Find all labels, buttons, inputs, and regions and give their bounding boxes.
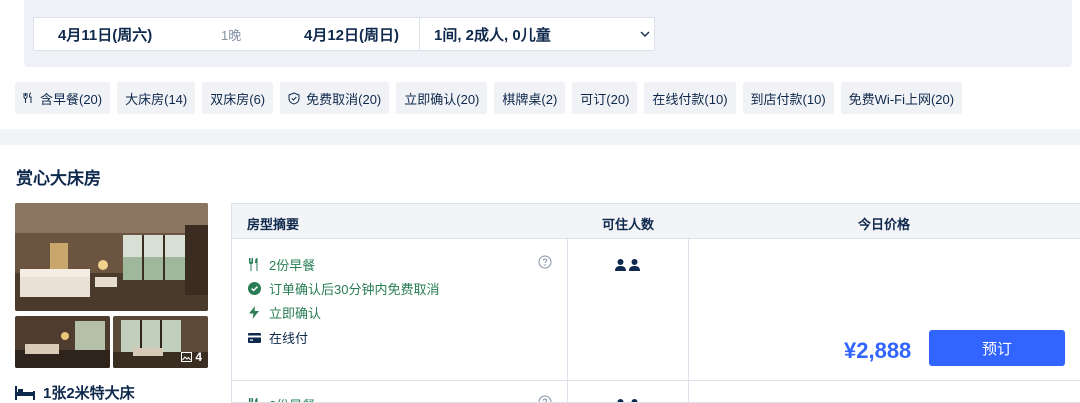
room-name: 赏心大床房 xyxy=(16,169,101,188)
filter-pay-at-hotel[interactable]: 到店付款(10) xyxy=(742,82,834,114)
filter-label: 大床房(14) xyxy=(125,91,188,107)
filter-label: 棋牌桌(2) xyxy=(502,91,558,107)
photo-count: 4 xyxy=(195,350,202,364)
payment-label: 在线付 xyxy=(269,331,309,346)
occupancy-icons xyxy=(615,259,640,271)
price: ¥2,888 xyxy=(844,338,912,363)
chevron-down-icon[interactable] xyxy=(638,27,652,41)
row-divider xyxy=(232,380,1080,381)
room-photo-thumb[interactable]: 4 xyxy=(113,316,208,368)
divider xyxy=(688,239,689,402)
filter-twin-bed[interactable]: 双床房(6) xyxy=(202,82,274,114)
search-box: 4月11日(周六) 1晚 4月12日(周日) 1间, 2成人, 0儿童 xyxy=(24,0,1072,67)
column-header: 今日价格 xyxy=(858,217,911,232)
breakfast-info: 2份早餐 xyxy=(247,395,315,402)
filter-label: 免费Wi-Fi上网(20) xyxy=(848,91,955,107)
filter-breakfast[interactable]: 含早餐(20) xyxy=(15,82,111,114)
utensils-icon xyxy=(247,258,261,271)
filter-mahjong-table[interactable]: 棋牌桌(2) xyxy=(494,82,566,114)
filter-label: 双床房(6) xyxy=(210,91,266,107)
filter-available[interactable]: 可订(20) xyxy=(572,82,638,114)
divider xyxy=(419,18,420,50)
shield-icon xyxy=(288,91,300,105)
image-icon xyxy=(181,352,193,362)
payment-info: 在线付 xyxy=(247,328,308,347)
filter-free-wifi[interactable]: 免费Wi-Fi上网(20) xyxy=(840,82,963,114)
date-guest-bar[interactable]: 4月11日(周六) 1晚 4月12日(周日) 1间, 2成人, 0儿童 xyxy=(33,17,655,51)
room-photo-main[interactable] xyxy=(15,203,208,311)
table-header: 房型摘要 可住人数 今日价格 xyxy=(232,204,1080,239)
confirm-info: 立即确认 xyxy=(247,303,321,322)
filter-free-cancel[interactable]: 免费取消(20) xyxy=(280,82,390,114)
room-card: 赏心大床房 4 1张2米特大床 房型摘要 可住人数 今日价格 2份早餐 订单确认… xyxy=(0,145,1080,403)
check-in-date[interactable]: 4月11日(周六) xyxy=(58,24,152,45)
filter-king-bed[interactable]: 大床房(14) xyxy=(117,82,196,114)
guest-selector[interactable]: 1间, 2成人, 0儿童 xyxy=(434,24,551,45)
occupancy-icons xyxy=(615,399,640,402)
bed-info: 1张2米特大床 xyxy=(15,382,135,403)
person-icon xyxy=(617,399,624,402)
filter-label: 可订(20) xyxy=(580,91,630,107)
utensils-icon xyxy=(23,92,34,104)
breakfast-label: 2份早餐 xyxy=(269,258,316,273)
photo-count-badge: 4 xyxy=(181,350,202,364)
filter-label: 免费取消(20) xyxy=(306,91,382,107)
cancel-policy[interactable]: 订单确认后30分钟内免费取消 xyxy=(247,279,439,298)
rate-table: 房型摘要 可住人数 今日价格 2份早餐 订单确认后30分钟内免费取消 立即确认 xyxy=(231,203,1080,403)
book-button[interactable]: 预订 xyxy=(929,330,1065,366)
bed-type: 1张2米特大床 xyxy=(43,385,135,402)
check-circle-icon xyxy=(247,282,261,295)
credit-card-icon xyxy=(247,332,261,343)
bed-icon xyxy=(15,385,35,400)
search-panel: 4月11日(周六) 1晚 4月12日(周日) 1间, 2成人, 0儿童 含早餐(… xyxy=(0,0,1080,129)
check-out-date[interactable]: 4月12日(周日) xyxy=(304,24,399,45)
filter-pay-online[interactable]: 在线付款(10) xyxy=(644,82,736,114)
filter-bar: 含早餐(20) 大床房(14) 双床房(6) 免费取消(20) 立即确认(20)… xyxy=(15,82,963,114)
divider xyxy=(567,239,568,402)
filter-label: 在线付款(10) xyxy=(652,91,728,107)
confirm-label: 立即确认 xyxy=(269,306,322,321)
person-icon xyxy=(631,399,638,402)
person-icon xyxy=(615,259,626,271)
room-photo-thumb[interactable] xyxy=(15,316,110,368)
nights-count: 1晚 xyxy=(221,27,242,43)
filter-label: 含早餐(20) xyxy=(40,91,103,107)
filter-label: 立即确认(20) xyxy=(404,91,480,107)
lightning-icon xyxy=(247,306,261,319)
help-icon[interactable] xyxy=(538,255,552,269)
breakfast-label: 2份早餐 xyxy=(269,395,315,402)
cancel-label: 订单确认后30分钟内免费取消 xyxy=(269,282,440,297)
filter-label: 到店付款(10) xyxy=(750,91,826,107)
utensils-icon xyxy=(247,398,261,402)
help-icon[interactable] xyxy=(538,395,552,403)
person-icon xyxy=(629,259,640,271)
column-header: 可住人数 xyxy=(602,217,655,232)
breakfast-info: 2份早餐 xyxy=(247,255,315,274)
column-header: 房型摘要 xyxy=(247,217,300,232)
filter-instant-confirm[interactable]: 立即确认(20) xyxy=(396,82,488,114)
